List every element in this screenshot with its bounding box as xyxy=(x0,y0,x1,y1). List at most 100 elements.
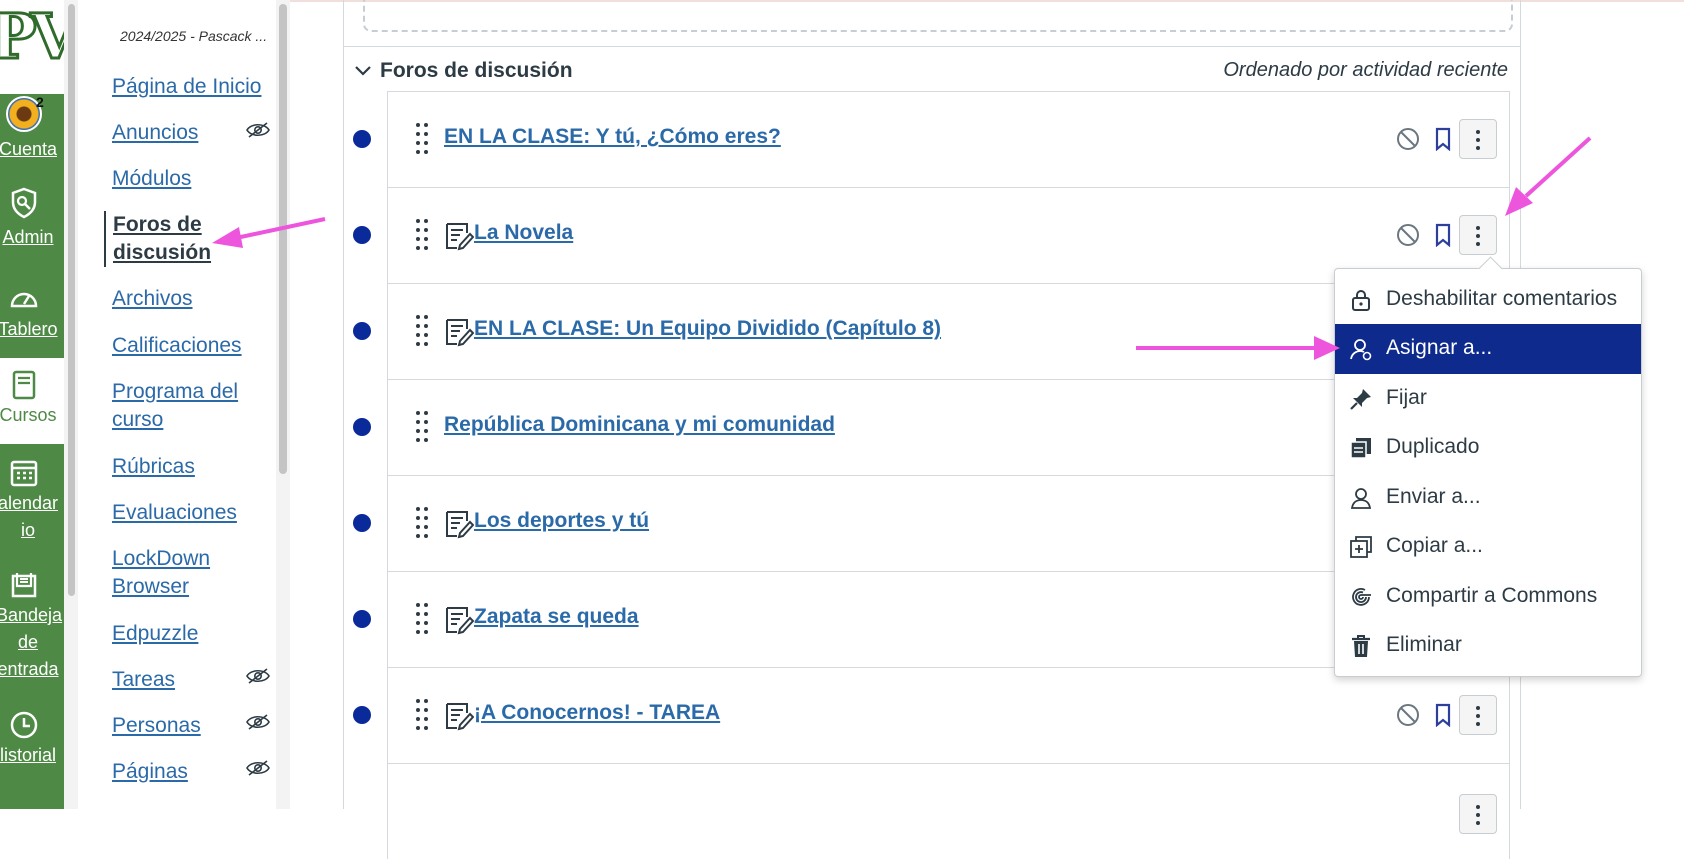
calendar-icon xyxy=(10,460,38,487)
menu-item-label: Copiar a... xyxy=(1386,534,1483,557)
course-nav-grades[interactable]: Calificaciones xyxy=(112,332,262,360)
global-nav: PV 2 Cuenta Admin Tablero Cursos alendar… xyxy=(0,0,64,809)
menu-item-label: Eliminar xyxy=(1386,633,1462,656)
course-nav-edpuzzle[interactable]: Edpuzzle xyxy=(112,620,262,648)
menu-item-copy-to[interactable]: Copiar a... xyxy=(1335,522,1641,572)
global-nav-admin[interactable]: Admin xyxy=(0,186,64,262)
drag-handle-icon[interactable] xyxy=(414,410,430,444)
graded-discussion-icon xyxy=(446,703,474,731)
scrollbar-thumb[interactable] xyxy=(68,4,75,596)
school-logo[interactable]: PV xyxy=(0,0,64,94)
global-nav-scrollbar[interactable] xyxy=(64,0,78,809)
drag-handle-icon[interactable] xyxy=(414,602,430,636)
unread-indicator xyxy=(353,706,371,724)
drop-zone[interactable] xyxy=(363,0,1513,32)
course-nav-syllabus[interactable]: Programa del curso xyxy=(112,378,262,434)
drag-handle-icon[interactable] xyxy=(414,698,430,732)
section-divider xyxy=(344,46,1520,47)
global-nav-label: Bandeja de entrada xyxy=(0,605,63,679)
menu-item-assign-to[interactable]: Asignar a... xyxy=(1335,324,1641,374)
unread-indicator xyxy=(353,322,371,340)
course-nav: 2024/2025 - Pascack ... Página de Inicio… xyxy=(78,0,276,809)
course-nav-scrollbar[interactable] xyxy=(276,0,290,809)
global-nav-label: Cursos xyxy=(0,405,57,425)
lock-icon xyxy=(1352,290,1370,311)
subscribe-bookmark-icon[interactable] xyxy=(1434,223,1452,247)
discussion-title[interactable]: ¡A Conocernos! - TAREA xyxy=(474,701,720,725)
menu-item-label: Enviar a... xyxy=(1386,485,1481,508)
global-nav-dashboard[interactable]: Tablero xyxy=(0,282,64,352)
duplicate-icon xyxy=(1350,438,1371,459)
book-icon xyxy=(12,370,36,400)
course-nav-announcements[interactable]: Anuncios xyxy=(112,119,262,147)
section-title[interactable]: Foros de discusión xyxy=(380,59,573,83)
unpublished-icon[interactable] xyxy=(1396,703,1420,727)
drag-handle-icon[interactable] xyxy=(414,122,430,156)
discussion-row[interactable] xyxy=(387,763,1510,859)
discussion-title[interactable]: Zapata se queda xyxy=(474,605,639,629)
course-nav-quizzes[interactable]: Evaluaciones xyxy=(112,499,262,527)
hidden-eye-icon xyxy=(246,122,270,138)
menu-item-share-commons[interactable]: Compartir a Commons xyxy=(1335,572,1641,622)
account-badge: 2 xyxy=(36,94,44,110)
course-nav-pages[interactable]: Páginas xyxy=(112,758,262,786)
global-nav-account[interactable]: 2 Cuenta xyxy=(0,94,64,176)
global-nav-label: Cuenta xyxy=(0,139,58,159)
menu-item-label: Fijar xyxy=(1386,386,1427,409)
menu-item-disable-comments[interactable]: Deshabilitar comentarios xyxy=(1335,275,1641,325)
discussion-title[interactable]: EN LA CLASE: Y tú, ¿Cómo eres? xyxy=(444,125,781,149)
chevron-down-icon[interactable] xyxy=(354,62,372,80)
scrollbar-thumb[interactable] xyxy=(279,4,287,474)
unread-indicator xyxy=(353,226,371,244)
menu-item-pin[interactable]: Fijar xyxy=(1335,374,1641,424)
subscribe-bookmark-icon[interactable] xyxy=(1434,127,1452,151)
unpublished-icon[interactable] xyxy=(1396,223,1420,247)
dashboard-gauge-icon xyxy=(10,292,38,308)
course-term: 2024/2025 - Pascack ... xyxy=(120,28,268,44)
course-nav-rubrics[interactable]: Rúbricas xyxy=(112,453,262,481)
global-nav-courses[interactable]: Cursos xyxy=(0,358,64,444)
course-nav-assignments[interactable]: Tareas xyxy=(112,666,262,694)
menu-item-label: Deshabilitar comentarios xyxy=(1386,287,1618,310)
commons-icon xyxy=(1352,588,1371,606)
menu-item-label: Compartir a Commons xyxy=(1386,584,1598,607)
course-nav-modules[interactable]: Módulos xyxy=(112,165,262,193)
course-nav-discussions[interactable]: Foros de discusión xyxy=(104,211,263,267)
discussion-row[interactable]: ¡A Conocernos! - TAREA xyxy=(353,667,1510,763)
hidden-eye-icon xyxy=(246,668,270,684)
graded-discussion-icon xyxy=(446,223,474,251)
discussion-title[interactable]: EN LA CLASE: Un Equipo Dividido (Capítul… xyxy=(474,317,941,341)
global-nav-inbox[interactable]: Bandeja de entrada xyxy=(0,568,64,688)
course-nav-files[interactable]: Archivos xyxy=(112,285,262,313)
menu-item-label: Duplicado xyxy=(1386,435,1480,458)
row-options-button[interactable] xyxy=(1459,215,1497,255)
discussion-title[interactable]: República Dominicana y mi comunidad xyxy=(444,413,835,437)
hidden-eye-icon xyxy=(246,714,270,730)
drag-handle-icon[interactable] xyxy=(414,506,430,540)
drag-handle-icon[interactable] xyxy=(414,218,430,252)
course-nav-people[interactable]: Personas xyxy=(112,712,262,740)
hidden-eye-icon xyxy=(246,760,270,776)
menu-item-duplicate[interactable]: Duplicado xyxy=(1335,423,1641,473)
menu-item-send-to[interactable]: Enviar a... xyxy=(1335,473,1641,523)
subscribe-bookmark-icon[interactable] xyxy=(1434,703,1452,727)
course-nav-home[interactable]: Página de Inicio xyxy=(112,73,262,101)
row-actions xyxy=(1390,215,1500,255)
trash-icon xyxy=(1352,635,1370,657)
drag-handle-icon[interactable] xyxy=(414,314,430,348)
row-actions xyxy=(1390,794,1500,834)
discussion-row[interactable]: EN LA CLASE: Y tú, ¿Cómo eres? xyxy=(353,91,1510,187)
global-nav-calendar[interactable]: alendar io xyxy=(0,456,64,551)
discussion-title[interactable]: Los deportes y tú xyxy=(474,509,649,533)
copy-to-icon xyxy=(1350,536,1372,558)
unpublished-icon[interactable] xyxy=(1396,127,1420,151)
global-nav-label: Admin xyxy=(2,227,54,247)
row-options-button[interactable] xyxy=(1459,119,1497,159)
menu-item-delete[interactable]: Eliminar xyxy=(1335,621,1641,671)
discussion-title[interactable]: La Novela xyxy=(474,221,573,245)
shield-icon xyxy=(11,187,37,219)
course-nav-lockdown-browser[interactable]: LockDown Browser xyxy=(112,545,262,601)
global-nav-history[interactable]: listorial xyxy=(0,708,64,778)
row-options-button[interactable] xyxy=(1459,794,1497,834)
row-options-button[interactable] xyxy=(1459,695,1497,735)
